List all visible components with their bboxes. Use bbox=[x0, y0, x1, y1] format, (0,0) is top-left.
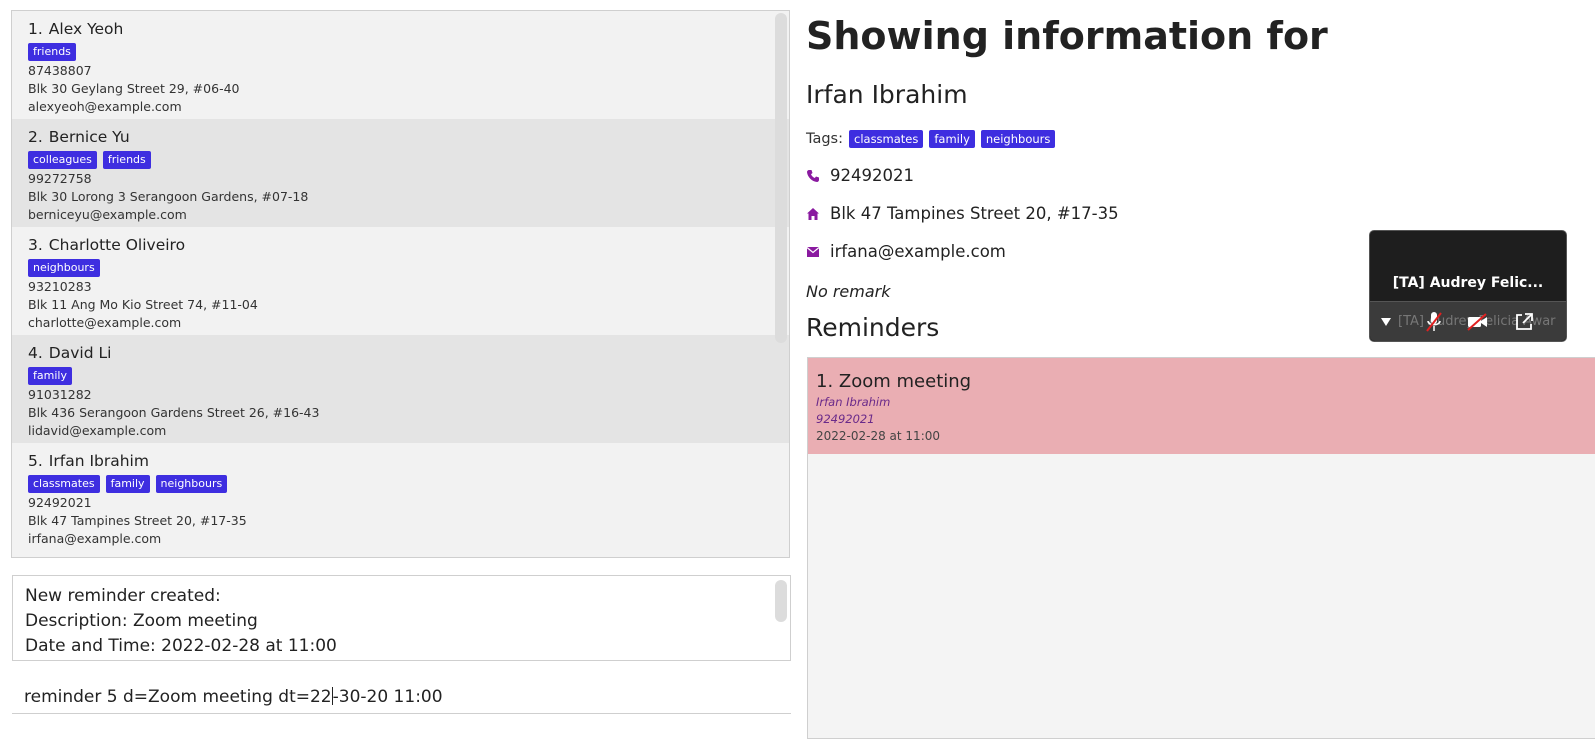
reminders-title: Reminders bbox=[806, 313, 940, 342]
person-email: alexyeoh@example.com bbox=[28, 99, 182, 114]
person-email: berniceyu@example.com bbox=[28, 207, 187, 222]
tags-label: Tags: bbox=[806, 131, 843, 147]
mic-muted-icon[interactable] bbox=[1420, 308, 1448, 336]
person-index: 1. bbox=[28, 20, 43, 38]
result-scrollbar[interactable] bbox=[775, 580, 787, 622]
person-address: Blk 47 Tampines Street 20, #17-35 bbox=[28, 513, 247, 528]
person-name-row: 3. Charlotte Oliveiro bbox=[28, 234, 773, 256]
person-card[interactable]: 3. Charlotte Oliveiro neighbours 93210283 Bl… bbox=[12, 227, 789, 335]
detail-email-row: irfana@example.com bbox=[806, 242, 1006, 261]
home-icon bbox=[806, 207, 820, 221]
tag: family bbox=[28, 367, 72, 385]
result-display: New reminder created: Description: Zoom … bbox=[12, 575, 791, 661]
video-call-toolbar: [TA] Audrey Felicia Awar bbox=[1370, 301, 1566, 341]
person-email: irfana@example.com bbox=[28, 531, 162, 546]
detail-tags-row: Tags: classmates family neighbours bbox=[806, 130, 1056, 148]
tag: family bbox=[929, 130, 975, 148]
person-phone: 93210283 bbox=[28, 279, 92, 294]
envelope-icon bbox=[806, 245, 820, 259]
person-address: Blk 436 Serangoon Gardens Street 26, #16… bbox=[28, 405, 320, 420]
command-input[interactable]: reminder 5 d=Zoom meeting dt=22-30-20 11… bbox=[12, 680, 791, 714]
reminder-datetime: 2022-02-28 at 11:00 bbox=[816, 429, 941, 443]
person-tags: classmates family neighbours bbox=[28, 474, 773, 494]
person-name-row: 2. Bernice Yu bbox=[28, 126, 773, 148]
pop-out-icon[interactable] bbox=[1510, 308, 1538, 336]
person-card[interactable]: 1. Alex Yeoh friends 87438807 Blk 30 Geylang… bbox=[12, 11, 789, 119]
detail-address: Blk 47 Tampines Street 20, #17-35 bbox=[830, 204, 1119, 223]
tag: classmates bbox=[849, 130, 924, 148]
person-list[interactable]: 1. Alex Yeoh friends 87438807 Blk 30 Geylang… bbox=[11, 10, 790, 558]
person-tags: family bbox=[28, 366, 773, 386]
person-name-row: 1. Alex Yeoh bbox=[28, 18, 773, 40]
camera-off-icon[interactable] bbox=[1464, 308, 1492, 336]
person-list-scrollbar[interactable] bbox=[775, 13, 787, 343]
person-name: Alex Yeoh bbox=[48, 20, 124, 38]
detail-person-name: Irfan Ibrahim bbox=[806, 80, 968, 109]
detail-phone-row: 92492021 bbox=[806, 166, 914, 185]
person-index: 3. bbox=[28, 236, 43, 254]
tag: friends bbox=[102, 151, 151, 169]
person-name: Charlotte Oliveiro bbox=[48, 236, 186, 254]
tag: friends bbox=[28, 43, 76, 61]
person-index: 2. bbox=[28, 128, 43, 146]
person-card[interactable]: 2. Bernice Yu colleagues friends 99272758 Blk… bbox=[12, 119, 789, 227]
result-line: Description: Zoom meeting bbox=[25, 611, 258, 631]
person-name-row: 5. Irfan Ibrahim bbox=[28, 450, 773, 472]
tag: neighbours bbox=[28, 259, 100, 277]
reminder-person: Irfan Ibrahim bbox=[816, 395, 891, 409]
detail-heading: Showing information for bbox=[806, 14, 1328, 58]
tag: neighbours bbox=[980, 130, 1056, 148]
person-address: Blk 30 Lorong 3 Serangoon Gardens, #07-1… bbox=[28, 189, 309, 204]
tag: colleagues bbox=[28, 151, 97, 169]
person-card[interactable]: 4. David Li family 91031282 Blk 436 Serangoo… bbox=[12, 335, 789, 443]
detail-address-row: Blk 47 Tampines Street 20, #17-35 bbox=[806, 204, 1119, 223]
person-tags: neighbours bbox=[28, 258, 773, 278]
person-address: Blk 30 Geylang Street 29, #06-40 bbox=[28, 81, 240, 96]
person-tags: colleagues friends bbox=[28, 150, 773, 170]
result-line: New reminder created: bbox=[25, 586, 221, 606]
command-text-after-caret: -30-20 11:00 bbox=[332, 687, 443, 707]
tag: family bbox=[105, 475, 150, 493]
person-name: Bernice Yu bbox=[48, 128, 130, 146]
person-name: Irfan Ibrahim bbox=[48, 452, 149, 470]
person-email: charlotte@example.com bbox=[28, 315, 182, 330]
person-index: 5. bbox=[28, 452, 43, 470]
participant-name: [TA] Audrey Felic... bbox=[1392, 275, 1544, 291]
person-name-row: 4. David Li bbox=[28, 342, 773, 364]
command-text-before-caret: reminder 5 d=Zoom meeting dt=22 bbox=[24, 687, 332, 707]
person-address: Blk 11 Ang Mo Kio Street 74, #11-04 bbox=[28, 297, 258, 312]
reminder-description: 1. Zoom meeting bbox=[816, 371, 972, 392]
person-phone: 99272758 bbox=[28, 171, 92, 186]
person-tags: friends bbox=[28, 42, 773, 62]
reminder-card[interactable]: 1. Zoom meeting Irfan Ibrahim 92492021 2… bbox=[808, 358, 1595, 454]
tag: classmates bbox=[28, 475, 100, 493]
person-phone: 92492021 bbox=[28, 495, 92, 510]
reminder-phone: 92492021 bbox=[816, 412, 875, 426]
person-phone: 87438807 bbox=[28, 63, 92, 78]
person-index: 4. bbox=[28, 344, 43, 362]
dropdown-arrow-icon[interactable] bbox=[1372, 308, 1400, 336]
detail-email: irfana@example.com bbox=[830, 242, 1006, 261]
result-line: Date and Time: 2022-02-28 at 11:00 bbox=[25, 636, 337, 656]
person-card[interactable]: 5. Irfan Ibrahim classmates family neighbour… bbox=[12, 443, 789, 551]
tag: neighbours bbox=[155, 475, 228, 493]
video-call-window[interactable]: [TA] Audrey Felic... [TA] Audrey Felicia… bbox=[1369, 230, 1567, 342]
phone-icon bbox=[806, 169, 820, 183]
detail-phone: 92492021 bbox=[830, 166, 914, 185]
person-name: David Li bbox=[48, 344, 112, 362]
person-phone: 91031282 bbox=[28, 387, 92, 402]
person-email: lidavid@example.com bbox=[28, 423, 167, 438]
detail-remark: No remark bbox=[806, 282, 891, 301]
reminder-list[interactable]: 1. Zoom meeting Irfan Ibrahim 92492021 2… bbox=[807, 357, 1595, 739]
